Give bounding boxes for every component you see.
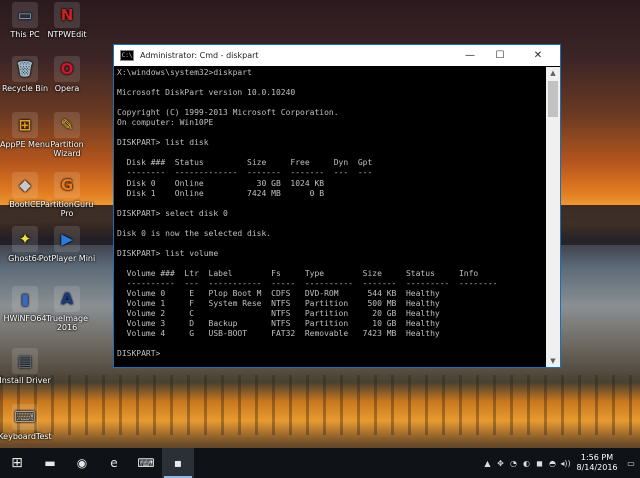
console-line: Volume ### Ltr Label Fs Type Size Status… xyxy=(117,268,479,278)
maximize-button[interactable]: ☐ xyxy=(485,45,515,66)
partition-wizard-icon: ✎ xyxy=(54,112,80,138)
desktop-icon-label: Opera xyxy=(54,84,80,93)
desktop-icon-partitionguru-pro[interactable]: G PartitionGuru Pro xyxy=(36,172,98,218)
hwinfo64-icon: ▮ xyxy=(12,286,38,312)
opera-icon: O xyxy=(54,56,80,82)
notifications-icon[interactable]: ▭ xyxy=(622,459,640,468)
scroll-up-arrow-icon[interactable]: ▲ xyxy=(546,67,560,79)
desktop-icon-install-driver[interactable]: ▤ Install Driver xyxy=(0,348,56,385)
show-hidden-icons-icon[interactable]: ▲ xyxy=(481,459,494,468)
network-icon[interactable]: ◓ xyxy=(546,459,559,468)
console-line: -------- ------------- ------- ------- -… xyxy=(117,168,373,178)
cmd-app-icon[interactable]: C:\ xyxy=(120,50,134,61)
console-line: Copyright (C) 1999-2013 Microsoft Corpor… xyxy=(117,108,339,118)
clock[interactable]: 1:56 PM 8/14/2016 xyxy=(572,453,622,473)
desktop-icon-label: PotPlayer Mini xyxy=(38,254,96,263)
console-line: DISKPART> list volume xyxy=(117,248,219,258)
console-line: Disk ### Status Size Free Dyn Gpt xyxy=(117,158,373,168)
desktop-icon-opera[interactable]: O Opera xyxy=(36,56,98,93)
console-line: ---------- --- ----------- ----- -------… xyxy=(117,278,498,288)
console-line: Volume 3 D Backup NTFS Partition 10 GB H… xyxy=(117,319,440,329)
taskbar-internet-explorer-icon[interactable]: e xyxy=(98,448,130,478)
console-line: Volume 1 F System Rese NTFS Partition 50… xyxy=(117,299,440,309)
desktop-icon-label: Partition Wizard xyxy=(50,140,84,158)
wallpaper-reflection xyxy=(0,375,640,435)
system-tray: ▲ ✥ ◔ ◐ ◼ ◓ ◂)) 1:56 PM 8/14/2016 ▭ xyxy=(481,448,640,478)
ghost64-icon: ✦ xyxy=(12,226,38,252)
desktop-icon-label: KeyboardTest xyxy=(0,432,52,441)
console-line: Disk 0 Online 30 GB 1024 KB xyxy=(117,178,325,188)
clock-time: 1:56 PM xyxy=(580,453,614,462)
console-line: Disk 1 Online 7424 MB 0 B xyxy=(117,188,325,198)
console-line: Disk 0 is now the selected disk. xyxy=(117,228,272,238)
bootice-icon: ◆ xyxy=(12,172,38,198)
desktop-icon-keyboardtest[interactable]: ⌨ KeyboardTest xyxy=(0,404,56,441)
taskbar-cmd-icon[interactable]: ▪ xyxy=(162,448,194,478)
this-pc-icon: ▭ xyxy=(12,2,38,28)
minimize-button[interactable]: — xyxy=(455,45,485,66)
trueimage-2016-icon: A xyxy=(54,286,80,312)
console-line: X:\windows\system32>diskpart xyxy=(117,68,252,77)
scroll-thumb[interactable] xyxy=(548,81,558,117)
taskbar: ⊞ ▬ ◉ e ⌨ ▪ ▲ ✥ ◔ ◐ ◼ ◓ ◂)) 1:56 PM 8/14/2016 ▭ xyxy=(0,448,640,478)
console-line: Volume 0 E Plop Boot M CDFS DVD-ROM 544 … xyxy=(117,289,440,299)
tray-shield-icon[interactable]: ◐ xyxy=(520,459,533,468)
console-line: Microsoft DiskPart version 10.0.10240 xyxy=(117,88,296,98)
taskbar-network-icon[interactable]: ◉ xyxy=(66,448,98,478)
vertical-scrollbar[interactable]: ▲ ▼ xyxy=(546,67,560,367)
potplayer-mini-icon: ▶ xyxy=(54,226,80,252)
desktop-icon-label: TrueImage 2016 xyxy=(45,314,89,332)
desktop-icon-ntpwedit[interactable]: N NTPWEdit xyxy=(36,2,98,39)
volume-icon[interactable]: ◂)) xyxy=(559,459,572,468)
console-line: DISKPART> list disk xyxy=(117,138,209,148)
tray-device-icon[interactable]: ◼ xyxy=(533,459,546,468)
scroll-down-arrow-icon[interactable]: ▼ xyxy=(546,355,560,367)
desktop-icon-partition-wizard[interactable]: ✎ Partition Wizard xyxy=(36,112,98,158)
taskbar-file-explorer-icon[interactable]: ▬ xyxy=(34,448,66,478)
partitionguru-pro-icon: G xyxy=(54,172,80,198)
desktop-icon-potplayer-mini[interactable]: ▶ PotPlayer Mini xyxy=(36,226,98,263)
keyboardtest-icon: ⌨ xyxy=(12,404,38,430)
close-button[interactable]: ✕ xyxy=(516,45,560,66)
desktop-icon-label: Install Driver xyxy=(0,376,51,385)
window-titlebar[interactable]: C:\ Administrator: Cmd - diskpart — ☐ ✕ xyxy=(114,45,560,66)
tray-app-icon[interactable]: ✥ xyxy=(494,459,507,468)
ntpwedit-icon: N xyxy=(54,2,80,28)
console-output[interactable]: X:\windows\system32>diskpart Microsoft Di… xyxy=(114,67,546,367)
clock-date: 8/14/2016 xyxy=(576,463,618,472)
console-line: DISKPART> select disk 0 xyxy=(117,208,228,218)
console-line: DISKPART> xyxy=(117,349,166,359)
taskbar-apps: ▬ ◉ e ⌨ ▪ xyxy=(34,448,194,478)
console-line: Volume 2 C NTFS Partition 20 GB Healthy xyxy=(117,309,440,319)
console-line: Volume 4 G USB-BOOT FAT32 Removable 7423… xyxy=(117,329,440,339)
tray-icons: ▲ ✥ ◔ ◐ ◼ ◓ ◂)) xyxy=(481,459,572,468)
console-line: On computer: Win10PE xyxy=(117,118,214,128)
desktop-icon-label: NTPWEdit xyxy=(47,30,87,39)
desktop-icon-label: PartitionGuru Pro xyxy=(40,200,94,218)
apppe-menu-icon: ⊞ xyxy=(12,112,38,138)
start-button[interactable]: ⊞ xyxy=(0,448,34,478)
recycle-bin-icon: 🗑 xyxy=(12,56,38,82)
taskbar-keyboard-icon[interactable]: ⌨ xyxy=(130,448,162,478)
install-driver-icon: ▤ xyxy=(12,348,38,374)
cmd-window[interactable]: C:\ Administrator: Cmd - diskpart — ☐ ✕ … xyxy=(113,44,561,368)
window-title: Administrator: Cmd - diskpart xyxy=(140,51,259,60)
tray-status-icon[interactable]: ◔ xyxy=(507,459,520,468)
desktop-icon-trueimage-2016[interactable]: A TrueImage 2016 xyxy=(36,286,98,332)
